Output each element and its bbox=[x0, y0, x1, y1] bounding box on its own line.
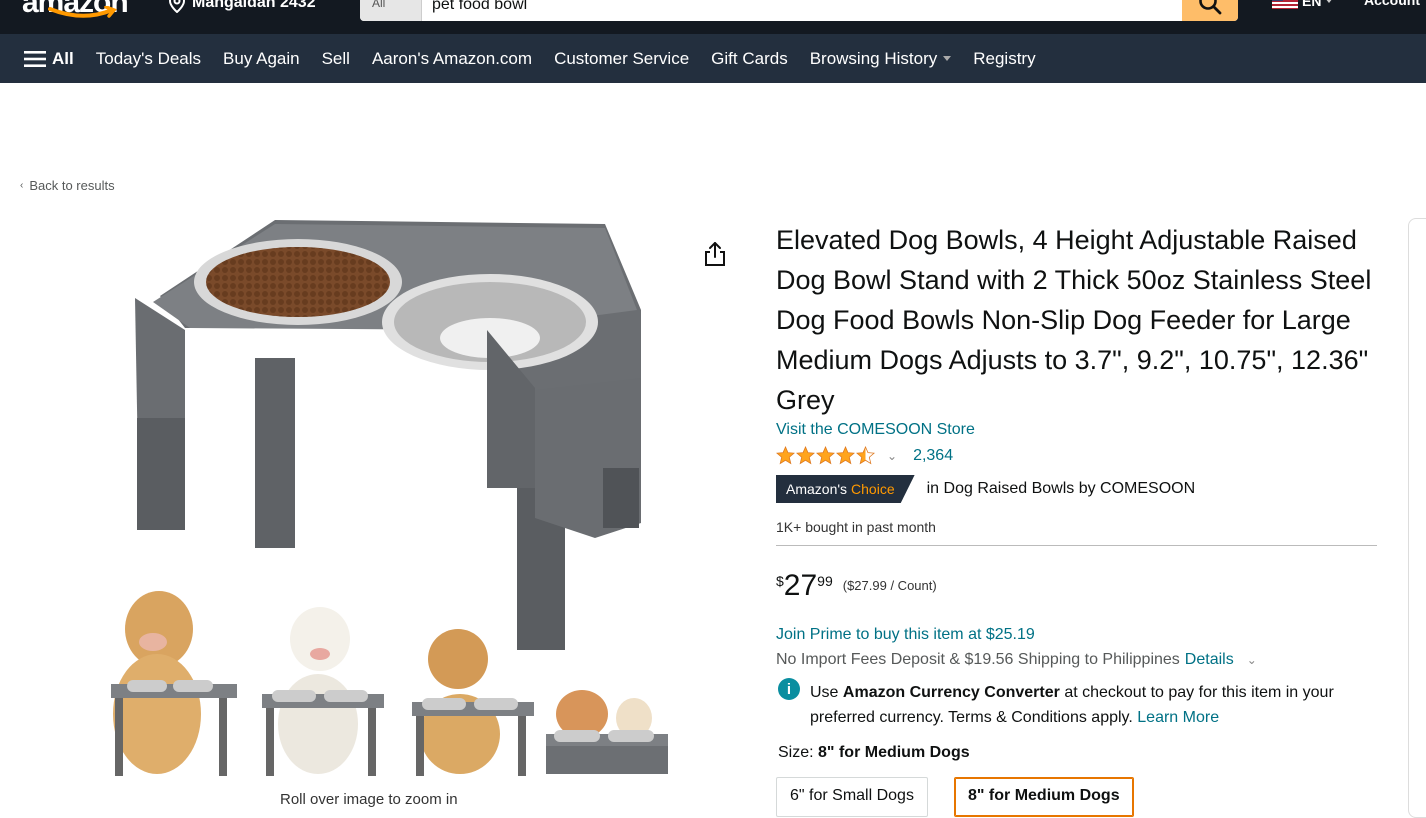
star-half-icon bbox=[856, 446, 875, 465]
currency-converter-note: Use Amazon Currency Converter at checkou… bbox=[810, 680, 1370, 730]
shipping-details-link[interactable]: Details bbox=[1185, 651, 1234, 669]
shipping-text: No Import Fees Deposit & $19.56 Shipping… bbox=[776, 651, 1180, 668]
smile-arrow-icon bbox=[48, 6, 117, 18]
search-button[interactable] bbox=[1182, 0, 1238, 21]
thumbnail-white-labrador[interactable] bbox=[258, 584, 388, 779]
back-to-results-label: Back to results bbox=[29, 178, 115, 193]
location-label: Mangaldan 2432 bbox=[192, 0, 316, 11]
location-pin-icon bbox=[168, 0, 186, 13]
language-selector[interactable]: EN bbox=[1272, 0, 1334, 9]
chevron-left-icon: ‹ bbox=[20, 180, 24, 191]
delivery-location[interactable]: Mangaldan 2432 bbox=[168, 0, 316, 13]
all-menu-label: All bbox=[52, 48, 74, 68]
size-option-medium[interactable]: 8" for Medium Dogs bbox=[954, 777, 1134, 817]
price-fraction: 99 bbox=[817, 573, 833, 589]
thumbnail-pomeranian-and-cat[interactable] bbox=[542, 584, 672, 779]
price-whole: 27 bbox=[783, 569, 818, 602]
size-selected: 8" for Medium Dogs bbox=[818, 744, 970, 761]
choice-row: Amazon's Choice in Dog Raised Bowls by C… bbox=[776, 475, 1195, 503]
star-rating[interactable] bbox=[776, 446, 875, 465]
chevron-down-icon bbox=[943, 56, 952, 61]
language-label: EN bbox=[1302, 0, 1322, 9]
star-full-icon bbox=[796, 446, 815, 465]
rating-count-link[interactable]: 2,364 bbox=[913, 447, 953, 465]
all-menu-button[interactable]: All bbox=[24, 49, 74, 69]
price-symbol: $ bbox=[776, 573, 784, 589]
zoom-hint: Roll over image to zoom in bbox=[280, 791, 458, 808]
us-flag-icon bbox=[1272, 0, 1298, 9]
nav-item-sell[interactable]: Sell bbox=[322, 49, 350, 69]
hamburger-icon bbox=[24, 50, 46, 67]
thumbnail-golden-retriever[interactable] bbox=[107, 584, 237, 779]
thumbnail-golden-puppy[interactable] bbox=[408, 584, 538, 779]
amazons-choice-badge: Amazon's Choice bbox=[776, 475, 915, 503]
amazon-logo[interactable]: amazon bbox=[22, 0, 146, 22]
search-input[interactable] bbox=[422, 0, 1182, 21]
search-bar: All bbox=[360, 0, 1238, 21]
chevron-down-icon bbox=[1325, 0, 1334, 3]
chevron-down-icon[interactable]: ⌄ bbox=[1247, 653, 1257, 667]
nav-item-todays-deals[interactable]: Today's Deals bbox=[96, 49, 201, 69]
product-title: Elevated Dog Bowls, 4 Height Adjustable … bbox=[776, 225, 1372, 415]
badge-prefix: Amazon's bbox=[786, 481, 848, 497]
star-full-icon bbox=[816, 446, 835, 465]
search-icon bbox=[1199, 0, 1222, 14]
nav-item-customer-service[interactable]: Customer Service bbox=[554, 49, 689, 69]
size-label-prefix: Size: bbox=[778, 744, 814, 761]
store-link[interactable]: Visit the COMESOON Store bbox=[776, 421, 975, 439]
nav-item-gift-cards[interactable]: Gift Cards bbox=[711, 49, 788, 69]
account-menu[interactable]: Account bbox=[1364, 0, 1420, 8]
size-label: Size: 8" for Medium Dogs bbox=[778, 744, 970, 762]
price-per-unit: ($27.99 / Count) bbox=[842, 578, 937, 593]
chevron-down-icon[interactable]: ⌄ bbox=[887, 449, 897, 463]
nav-item-buy-again[interactable]: Buy Again bbox=[223, 49, 300, 69]
price: $ 27 99 ($27.99 / Count) bbox=[776, 567, 937, 605]
size-option-small[interactable]: 6" for Small Dogs bbox=[776, 777, 928, 817]
learn-more-link[interactable]: Learn More bbox=[1137, 709, 1219, 726]
star-full-icon bbox=[836, 446, 855, 465]
back-to-results-link[interactable]: ‹ Back to results bbox=[20, 178, 115, 193]
shipping-info: No Import Fees Deposit & $19.56 Shipping… bbox=[776, 651, 1257, 669]
converter-bold: Amazon Currency Converter bbox=[842, 684, 1060, 701]
nav-bar: All Today's Deals Buy Again Sell Aaron's… bbox=[0, 34, 1426, 83]
browsing-history-label: Browsing History bbox=[809, 48, 938, 68]
prime-offer-link[interactable]: Join Prime to buy this item at $25.19 bbox=[776, 626, 1035, 644]
rating-row: ⌄ 2,364 bbox=[776, 446, 953, 465]
search-category-dropdown[interactable]: All bbox=[360, 0, 422, 21]
bought-count: 1K+ bought in past month bbox=[776, 519, 936, 535]
nav-item-my-amazon[interactable]: Aaron's Amazon.com bbox=[372, 49, 532, 69]
badge-category: in Dog Raised Bowls by COMESOON bbox=[926, 480, 1196, 497]
converter-prefix: Use bbox=[810, 684, 839, 701]
divider bbox=[776, 545, 1377, 546]
nav-item-browsing-history[interactable]: Browsing History bbox=[810, 49, 952, 69]
info-icon: i bbox=[778, 678, 800, 700]
buy-box-card bbox=[1408, 218, 1426, 818]
star-full-icon bbox=[776, 446, 795, 465]
badge-choice: Choice bbox=[851, 481, 895, 497]
share-icon[interactable] bbox=[702, 240, 728, 268]
top-header: amazon Mangaldan 2432 All EN Account bbox=[0, 0, 1426, 34]
nav-item-registry[interactable]: Registry bbox=[973, 49, 1035, 69]
